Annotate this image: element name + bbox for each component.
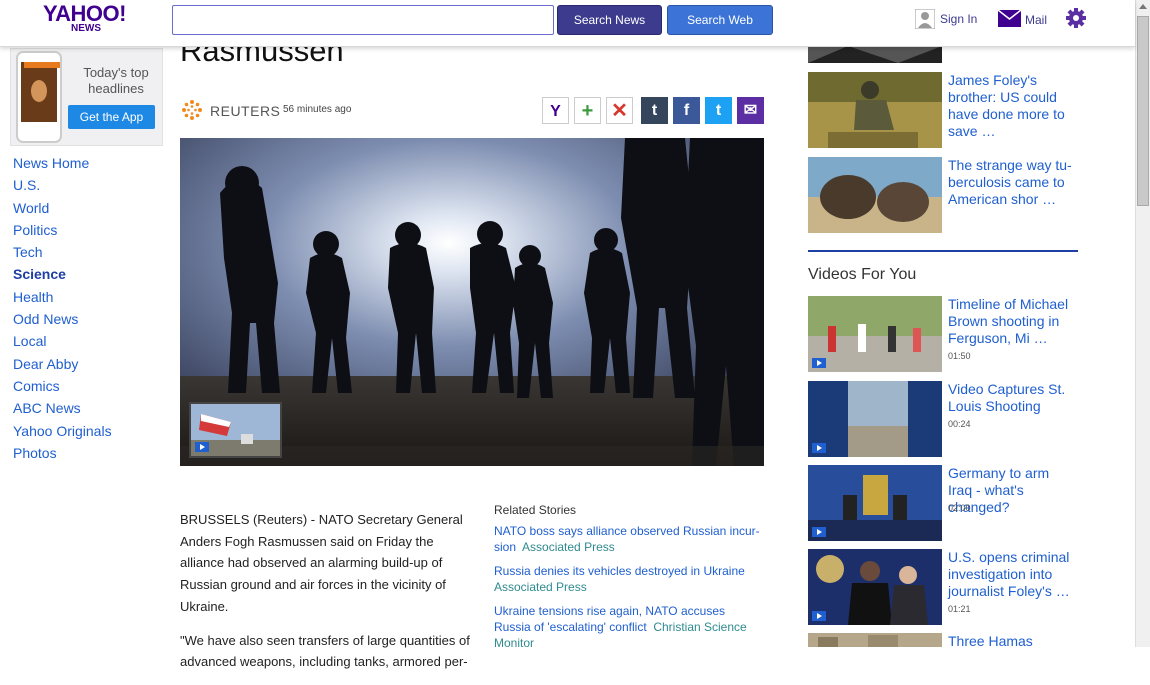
remove-icon[interactable]: ✕ xyxy=(606,97,633,124)
related-stories-header: Related Stories xyxy=(494,503,577,517)
video-thumbnail xyxy=(808,465,942,541)
nav-item-news-home[interactable]: News Home xyxy=(13,152,112,174)
nav-item-science[interactable]: Science xyxy=(13,263,112,285)
app-promo-banner[interactable]: Today's top headlines Get the App xyxy=(10,48,163,146)
sign-in-label: Sign In xyxy=(940,12,978,26)
videos-for-you-title: Videos For You xyxy=(808,266,917,283)
video-item[interactable]: Video Captures St. Louis Shooting 00:24 xyxy=(808,381,1078,457)
reuters-logo-icon xyxy=(182,100,202,120)
nav-item-odd-news[interactable]: Odd News xyxy=(13,308,112,330)
nav-item-tech[interactable]: Tech xyxy=(13,241,112,263)
video-item[interactable]: Timeline of Michael Brown shooting in Fe… xyxy=(808,296,1078,372)
play-icon xyxy=(195,442,209,452)
related-story-source[interactable]: Associated Press xyxy=(494,580,587,594)
video-thumbnail[interactable] xyxy=(189,402,282,458)
nav-item-local[interactable]: Local xyxy=(13,330,112,352)
video-title[interactable]: Video Captures St. Louis Shooting xyxy=(948,381,1073,415)
user-icon xyxy=(915,9,935,29)
article-timestamp: 56 minutes ago xyxy=(283,104,352,115)
scrollbar-thumb[interactable] xyxy=(1137,16,1149,206)
right-story[interactable]: James Foley's brother: US could have don… xyxy=(808,72,1078,148)
video-thumbnail xyxy=(808,633,942,647)
promo-text: Today's top headlines xyxy=(83,65,149,96)
facebook-share-icon[interactable]: f xyxy=(673,97,700,124)
search-input[interactable] xyxy=(172,5,554,35)
video-duration: 01:50 xyxy=(948,351,971,361)
play-icon xyxy=(812,358,826,368)
play-icon xyxy=(812,611,826,621)
video-item[interactable]: Three Hamas com… xyxy=(808,633,1078,647)
search-web-button[interactable]: Search Web xyxy=(667,5,773,35)
section-divider xyxy=(808,250,1078,252)
related-story[interactable]: Ukraine tensions rise again, NATO accuse… xyxy=(494,603,764,651)
nav-item-us[interactable]: U.S. xyxy=(13,174,112,196)
article-hero-photo[interactable] xyxy=(180,138,764,466)
video-thumbnail xyxy=(808,549,942,625)
related-story[interactable]: Russia denies its vehicles destroyed in … xyxy=(494,563,764,595)
right-story-partial[interactable] xyxy=(808,46,1078,63)
video-item[interactable]: Germany to arm Iraq - what's changed? 02… xyxy=(808,465,1078,541)
play-icon xyxy=(812,527,826,537)
video-duration: 02:00 xyxy=(948,503,971,513)
top-header-bar: YAHOO! NEWS Search News Search Web Sign … xyxy=(0,0,1135,47)
mail-label: Mail xyxy=(1025,13,1048,27)
video-thumbnail xyxy=(808,296,942,372)
article-source[interactable]: REUTERS xyxy=(210,103,280,119)
related-story-title[interactable]: Russia denies its vehicles destroyed in … xyxy=(494,564,745,578)
yahoo-news-logo[interactable]: YAHOO! NEWS xyxy=(43,1,126,34)
email-share-icon[interactable]: ✉ xyxy=(737,97,764,124)
nav-item-abc-news[interactable]: ABC News xyxy=(13,397,112,419)
add-icon[interactable]: + xyxy=(574,97,601,124)
left-nav: News Home U.S. World Politics Tech Scien… xyxy=(13,152,112,464)
related-story[interactable]: NATO boss says alliance observed Russian… xyxy=(494,523,764,555)
video-thumbnail xyxy=(808,381,942,457)
logo-text: YAHOO! xyxy=(43,1,126,26)
nav-item-photos[interactable]: Photos xyxy=(13,442,112,464)
nav-item-world[interactable]: World xyxy=(13,197,112,219)
story-thumbnail xyxy=(808,157,942,233)
related-stories: Related Stories NATO boss says alliance … xyxy=(494,500,764,659)
twitter-share-icon[interactable]: t xyxy=(705,97,732,124)
right-story[interactable]: The strange way tu-berculosis came to Am… xyxy=(808,157,1078,233)
nav-item-health[interactable]: Health xyxy=(13,286,112,308)
yahoo-share-icon[interactable]: Y xyxy=(542,97,569,124)
nav-item-yahoo-originals[interactable]: Yahoo Originals xyxy=(13,420,112,442)
video-duration: 00:24 xyxy=(948,419,971,429)
video-title[interactable]: Three Hamas com… xyxy=(948,633,1073,647)
related-story-source[interactable]: Associated Press xyxy=(522,540,615,554)
gear-icon[interactable] xyxy=(1065,7,1087,29)
article-paragraph: "We have also seen transfers of large qu… xyxy=(180,632,470,670)
video-item[interactable]: U.S. opens criminal investigation into j… xyxy=(808,549,1078,625)
video-title[interactable]: Timeline of Michael Brown shooting in Fe… xyxy=(948,296,1073,347)
page-scrollbar[interactable] xyxy=(1135,0,1150,647)
mail-icon xyxy=(998,10,1021,27)
story-thumbnail xyxy=(808,72,942,148)
article-paragraph: BRUSSELS (Reuters) - NATO Secretary Gene… xyxy=(180,512,463,614)
scroll-up-arrow-icon[interactable] xyxy=(1139,4,1147,9)
search-news-button[interactable]: Search News xyxy=(557,5,662,35)
phone-illustration xyxy=(16,51,62,143)
story-title[interactable]: The strange way tu-berculosis came to Am… xyxy=(948,157,1073,208)
tumblr-share-icon[interactable]: t xyxy=(641,97,668,124)
story-title[interactable]: James Foley's brother: US could have don… xyxy=(948,72,1073,140)
nav-item-politics[interactable]: Politics xyxy=(13,219,112,241)
article-body: BRUSSELS (Reuters) - NATO Secretary Gene… xyxy=(180,509,480,685)
story-thumbnail xyxy=(808,46,942,63)
nav-item-dear-abby[interactable]: Dear Abby xyxy=(13,353,112,375)
video-duration: 01:21 xyxy=(948,604,971,614)
get-the-app-button[interactable]: Get the App xyxy=(68,105,155,129)
play-icon xyxy=(812,443,826,453)
video-title[interactable]: U.S. opens criminal investigation into j… xyxy=(948,549,1073,600)
nav-item-comics[interactable]: Comics xyxy=(13,375,112,397)
